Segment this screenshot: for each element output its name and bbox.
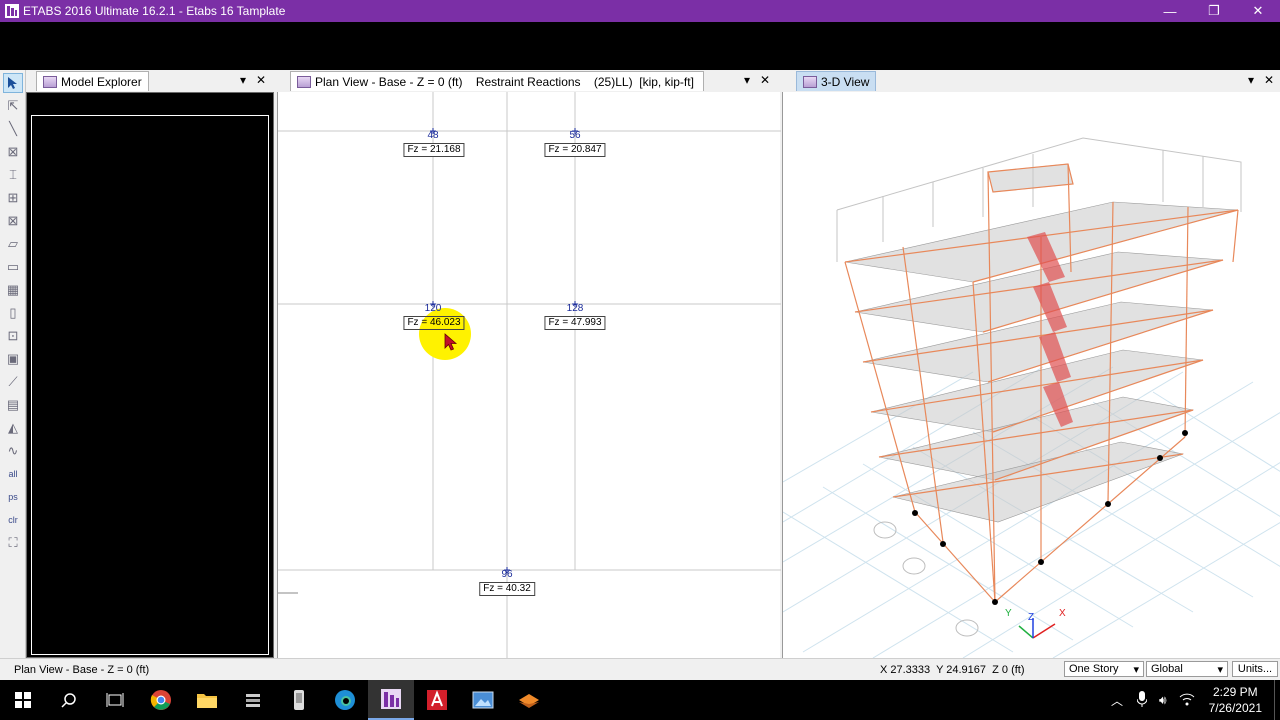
restore-button[interactable]: ❐ bbox=[1192, 0, 1236, 22]
autocad-icon[interactable] bbox=[414, 680, 460, 720]
tab-model-explorer[interactable]: Model Explorer bbox=[36, 71, 149, 91]
windows-start-icon[interactable] bbox=[0, 680, 46, 720]
show-desktop-button[interactable] bbox=[1274, 680, 1280, 720]
draw-grid-icon[interactable]: ▤ bbox=[3, 395, 23, 415]
draw-brace-icon[interactable]: ⊠ bbox=[3, 142, 23, 162]
settings-tool-icon[interactable] bbox=[230, 680, 276, 720]
photos-icon[interactable] bbox=[460, 680, 506, 720]
ribbon-area bbox=[0, 22, 1280, 70]
coord-system-select[interactable]: Global ▾ bbox=[1146, 661, 1228, 677]
story-select[interactable]: One Story ▾ bbox=[1064, 661, 1144, 677]
task-view-icon[interactable] bbox=[92, 680, 138, 720]
tab-3d-view[interactable]: 3-D View bbox=[796, 71, 877, 91]
plan-view-header: Plan View - Base - Z = 0 (ft) Restraint … bbox=[290, 70, 778, 92]
draw-column-icon[interactable]: ⌶ bbox=[3, 165, 23, 185]
file-explorer-icon[interactable] bbox=[184, 680, 230, 720]
reaction-label: Fz = 20.847 bbox=[544, 143, 606, 157]
explorer-close-icon[interactable]: ✕ bbox=[256, 73, 266, 87]
tab-plan-view-label: Plan View - Base - Z = 0 (ft) Restraint … bbox=[315, 74, 694, 89]
3d-model-drawing bbox=[783, 137, 1280, 658]
status-view-text: Plan View - Base - Z = 0 (ft) bbox=[14, 663, 150, 676]
clock[interactable]: 2:29 PM 7/26/2021 bbox=[1209, 684, 1262, 716]
model-explorer-tree[interactable] bbox=[31, 115, 269, 655]
title-bar: ETABS 2016 Ultimate 16.2.1 - Etabs 16 Ta… bbox=[0, 0, 1280, 22]
device-icon[interactable] bbox=[276, 680, 322, 720]
plan-dropdown-icon[interactable]: ▾ bbox=[744, 73, 750, 87]
window-title: ETABS 2016 Ultimate 16.2.1 - Etabs 16 Ta… bbox=[23, 4, 286, 18]
clock-time: 2:29 PM bbox=[1212, 685, 1258, 699]
side-toolbar: ⇱ ╲ ⊠ ⌶ ⊞ ⊠ ▱ ▭ ▦ ▯ ⊡ ▣ ⟋ ▤ ◭ ∿ all ps c… bbox=[0, 70, 26, 658]
windows-taskbar: ︿ 🔊︎ 2:29 PM 7/26/2021 bbox=[0, 680, 1280, 720]
draw-link-icon[interactable]: ⟋ bbox=[3, 372, 23, 392]
volume-icon[interactable]: 🔊︎ bbox=[1159, 693, 1167, 708]
explorer-dropdown-icon[interactable]: ▾ bbox=[240, 73, 246, 87]
minimize-button[interactable]: — bbox=[1148, 0, 1192, 22]
clear-selection-button[interactable]: clr bbox=[3, 510, 23, 530]
reaction-label: Fz = 40.32 bbox=[479, 582, 535, 596]
mouse-cursor-icon bbox=[444, 333, 458, 351]
quick-wall-icon[interactable]: ⊡ bbox=[3, 326, 23, 346]
tab-model-explorer-label: Model Explorer bbox=[61, 74, 142, 89]
units-button[interactable]: Units... bbox=[1232, 661, 1278, 677]
reaction-label: Fz = 46.023 bbox=[403, 316, 465, 330]
microphone-icon[interactable] bbox=[1136, 690, 1148, 710]
view3d-dropdown-icon[interactable]: ▾ bbox=[1248, 73, 1254, 87]
draw-cross-brace-icon[interactable]: ⊠ bbox=[3, 211, 23, 231]
view3d-close-icon[interactable]: ✕ bbox=[1264, 73, 1274, 87]
3d-view-canvas[interactable]: X Y Z bbox=[782, 92, 1280, 658]
plan-grid bbox=[278, 92, 781, 658]
node-label: 96 bbox=[501, 569, 513, 580]
plan-close-icon[interactable]: ✕ bbox=[760, 73, 770, 87]
node-label: 56 bbox=[569, 130, 581, 141]
wifi-icon[interactable] bbox=[1179, 692, 1195, 709]
3d-view-icon bbox=[803, 75, 817, 88]
coord-system-value: Global bbox=[1151, 663, 1183, 675]
draw-frame-icon[interactable]: ╲ bbox=[3, 119, 23, 139]
quick-floor-icon[interactable]: ▦ bbox=[3, 280, 23, 300]
chevron-down-icon: ▾ bbox=[1133, 663, 1139, 676]
get-selection-icon[interactable]: ⛶ bbox=[3, 533, 23, 553]
tab-3d-view-label: 3-D View bbox=[821, 74, 870, 89]
axis-z-label: Z bbox=[1028, 612, 1035, 623]
plan-view-icon bbox=[297, 75, 311, 88]
search-icon[interactable] bbox=[46, 680, 92, 720]
tab-plan-view[interactable]: Plan View - Base - Z = 0 (ft) Restraint … bbox=[290, 71, 704, 91]
system-tray: ︿ 🔊︎ 2:29 PM 7/26/2021 bbox=[1111, 680, 1280, 720]
chevron-up-icon[interactable]: ︿ bbox=[1111, 692, 1123, 709]
units-button-label: Units... bbox=[1237, 663, 1273, 675]
node-label: 120 bbox=[424, 303, 442, 314]
chrome-icon[interactable] bbox=[138, 680, 184, 720]
previous-selection-button[interactable]: ps bbox=[3, 487, 23, 507]
chevron-down-icon: ▾ bbox=[1217, 663, 1223, 676]
etabs-app-icon bbox=[5, 4, 19, 18]
layers-app-icon[interactable] bbox=[506, 680, 552, 720]
reaction-label: Fz = 47.993 bbox=[544, 316, 606, 330]
edge-icon[interactable] bbox=[322, 680, 368, 720]
pointer-tool-icon[interactable] bbox=[3, 73, 23, 93]
node-label: 128 bbox=[566, 303, 584, 314]
story-select-value: One Story bbox=[1069, 663, 1119, 675]
reaction-label: Fz = 21.168 bbox=[403, 143, 465, 157]
select-all-button[interactable]: all bbox=[3, 464, 23, 484]
model-explorer-header: Model Explorer ▾ ✕ bbox=[36, 70, 274, 92]
axis-x-label: X bbox=[1059, 608, 1066, 619]
clock-date: 7/26/2021 bbox=[1208, 701, 1262, 715]
plan-view-canvas[interactable]: 48 Fz = 21.168 56 Fz = 20.847 120 Fz = 4… bbox=[277, 92, 781, 658]
etabs-taskbar-icon[interactable] bbox=[368, 680, 414, 720]
draw-wall-icon[interactable]: ▯ bbox=[3, 303, 23, 323]
model-explorer-icon bbox=[43, 75, 57, 88]
close-button[interactable]: ✕ bbox=[1236, 0, 1280, 22]
reshape-tool-icon[interactable]: ⇱ bbox=[3, 96, 23, 116]
draw-beam-grid-icon[interactable]: ⊞ bbox=[3, 188, 23, 208]
draw-opening-icon[interactable]: ▣ bbox=[3, 349, 23, 369]
draw-rect-floor-icon[interactable]: ▭ bbox=[3, 257, 23, 277]
draw-floor-icon[interactable]: ▱ bbox=[3, 234, 23, 254]
view3d-header: 3-D View ▾ ✕ bbox=[796, 70, 1280, 92]
axis-y-label: Y bbox=[1005, 608, 1012, 619]
draw-spring-icon[interactable]: ∿ bbox=[3, 441, 23, 461]
model-explorer-panel bbox=[26, 92, 274, 658]
draw-tendon-icon[interactable]: ◭ bbox=[3, 418, 23, 438]
node-label: 48 bbox=[427, 130, 439, 141]
status-coordinates: X 27.3333 Y 24.9167 Z 0 (ft) bbox=[880, 663, 1025, 676]
